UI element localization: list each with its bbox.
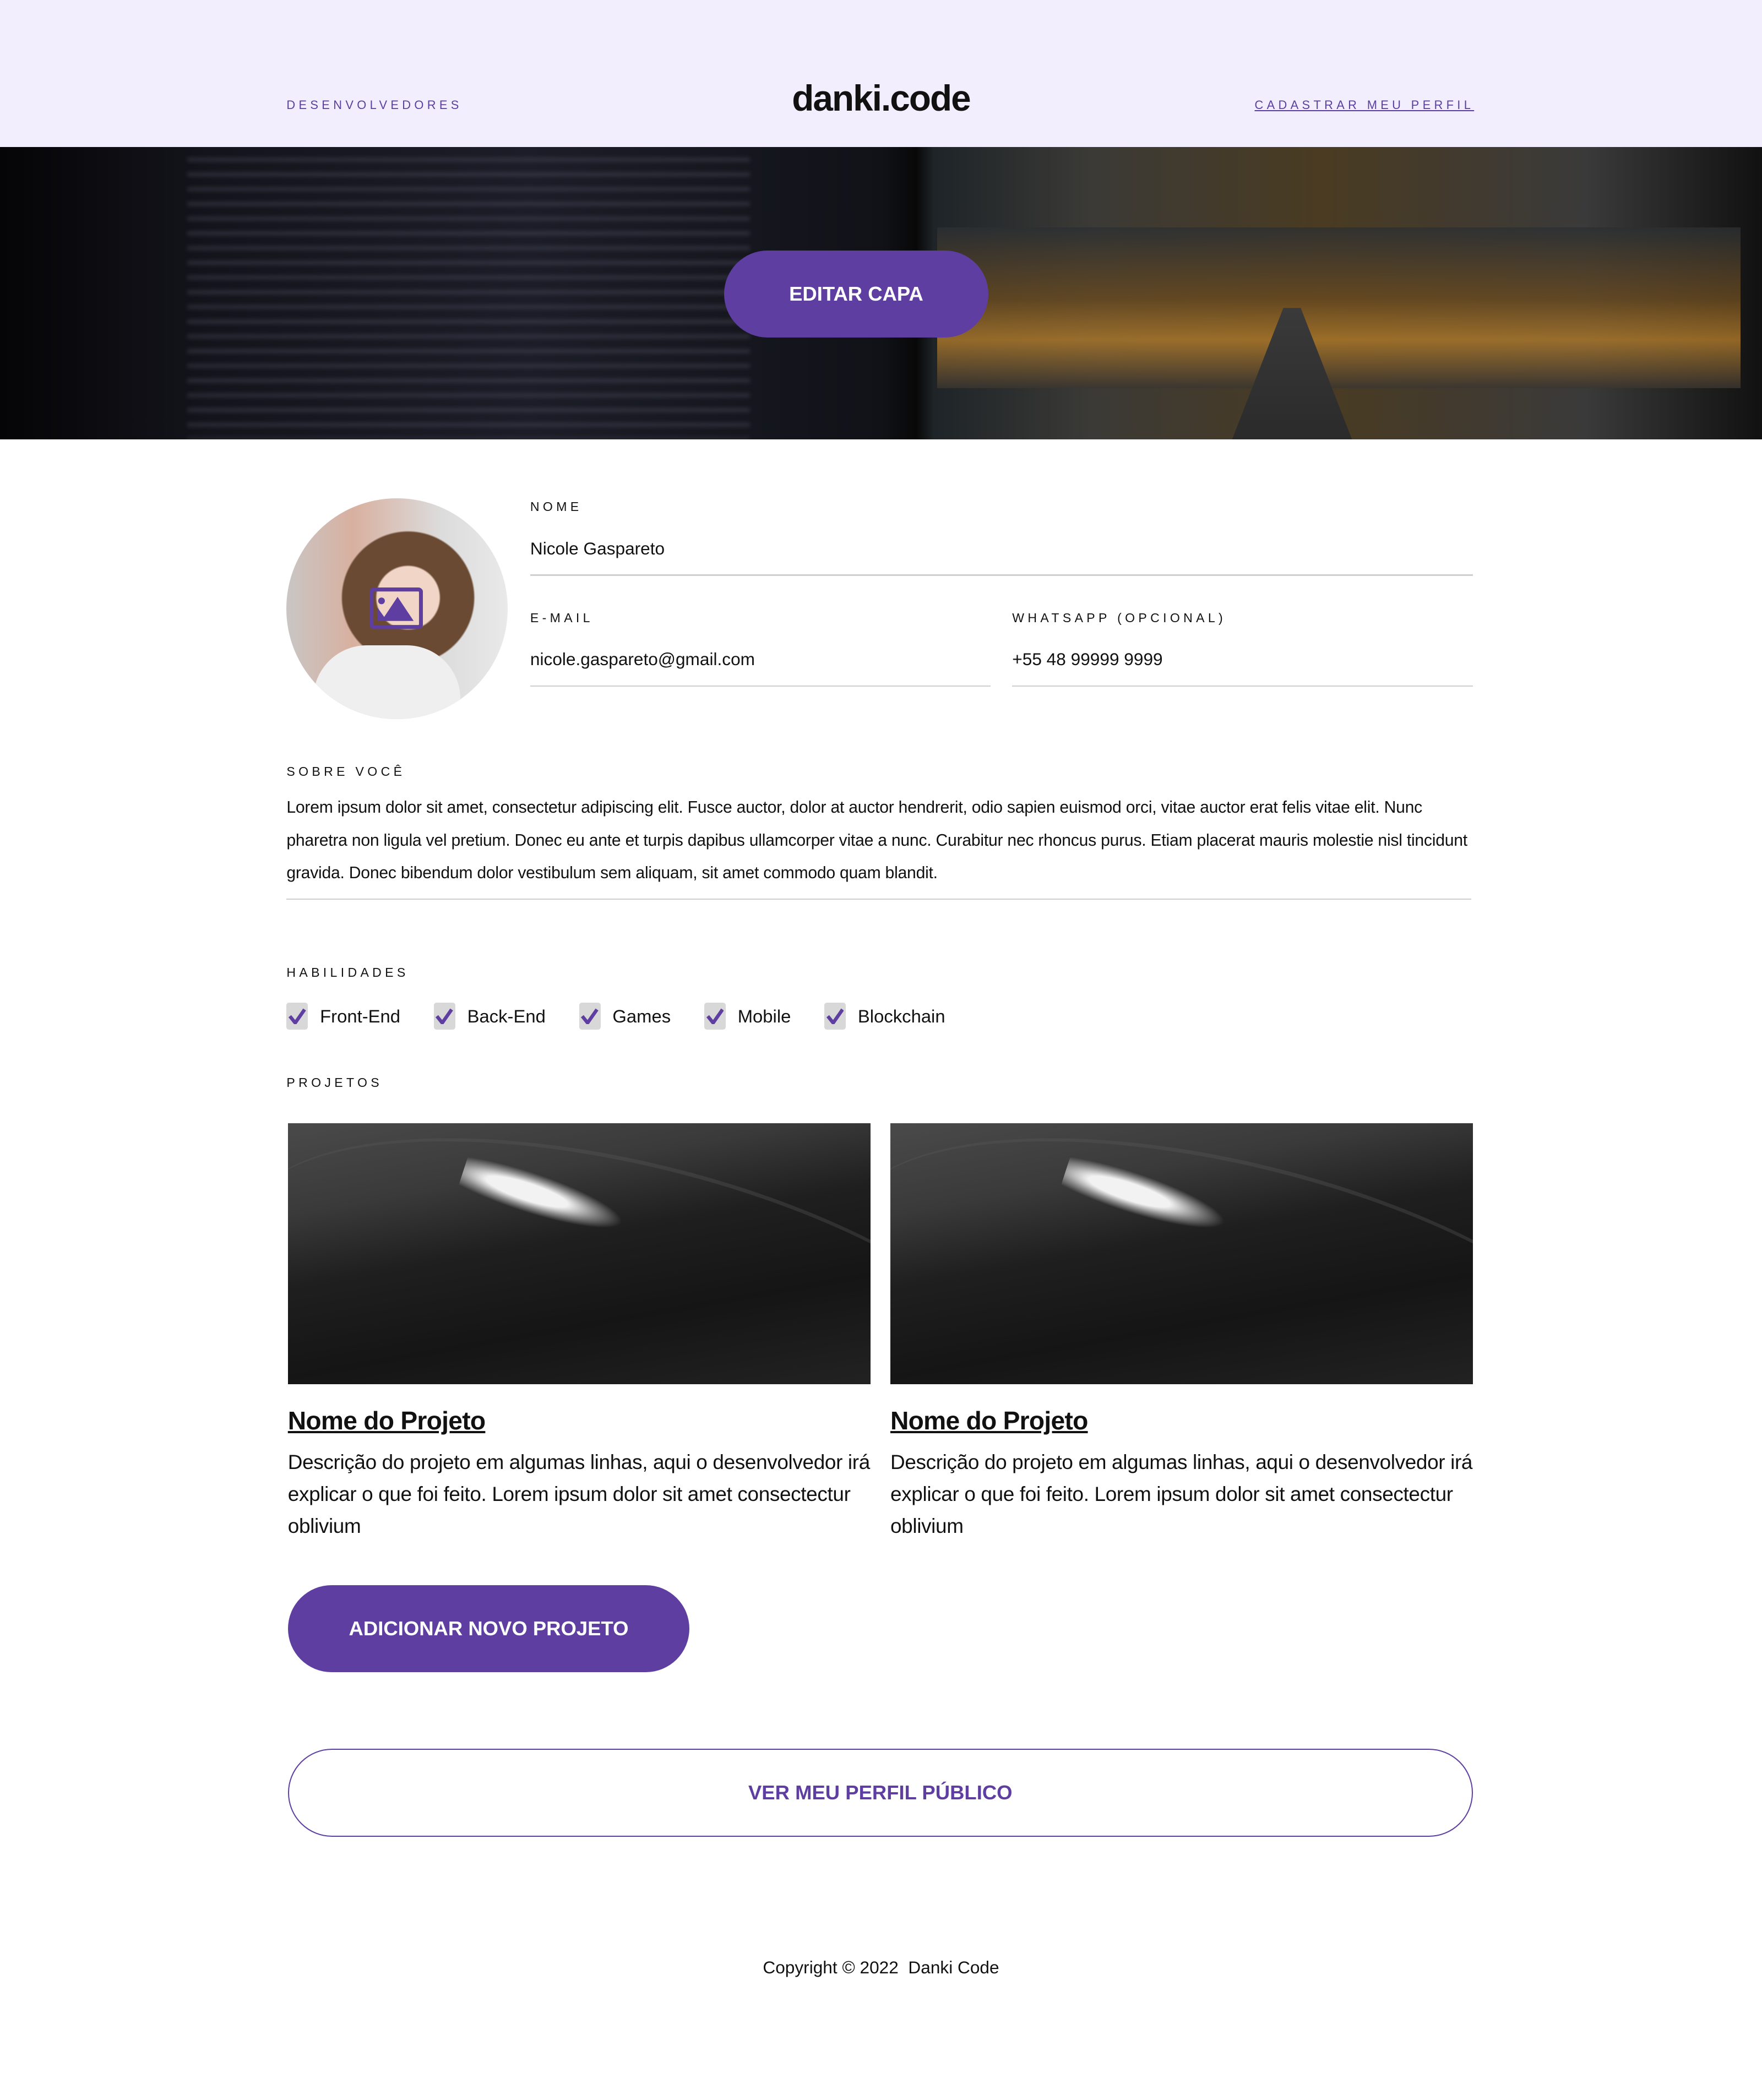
skills-list: Front-End Back-End Games Mobile Blockcha…: [286, 1003, 978, 1030]
name-label: NOME: [530, 499, 583, 514]
skill-mobile[interactable]: Mobile: [704, 1003, 791, 1030]
whatsapp-divider: [1012, 685, 1473, 687]
cover-landscape-graphic: [937, 227, 1741, 389]
project-description: Descrição do projeto em algumas linhas, …: [890, 1450, 1473, 1538]
about-textarea[interactable]: Lorem ipsum dolor sit amet, consectetur …: [286, 791, 1478, 890]
email-label: E-MAIL: [530, 610, 594, 625]
about-divider: [286, 898, 1472, 900]
email-divider: [530, 685, 991, 687]
skills-label: HABILIDADES: [286, 965, 409, 980]
skill-label: Back-End: [467, 1005, 546, 1026]
name-divider: [530, 574, 1473, 576]
project-image[interactable]: [287, 1123, 871, 1385]
avatar-shirt: [313, 645, 461, 719]
skill-label: Games: [612, 1005, 671, 1026]
nav-register-profile-link[interactable]: CADASTRAR MEU PERFIL: [1254, 98, 1474, 112]
email-input[interactable]: nicole.gaspareto@gmail.com: [530, 649, 755, 670]
skill-blockchain[interactable]: Blockchain: [824, 1003, 945, 1030]
cover-code-graphic: [187, 147, 750, 439]
checkbox-checked-icon[interactable]: [433, 1003, 455, 1030]
project-card: Nome do Projeto Descrição do projeto em …: [890, 1123, 1473, 1543]
whatsapp-input[interactable]: +55 48 99999 9999: [1012, 649, 1162, 670]
project-image[interactable]: [890, 1123, 1473, 1385]
about-label: SOBRE VOCÊ: [286, 764, 406, 779]
whatsapp-label: WHATSAPP (OPCIONAL): [1012, 610, 1227, 625]
projects-label: PROJETOS: [286, 1075, 383, 1090]
edit-cover-button[interactable]: EDITAR CAPA: [724, 250, 988, 338]
page: DESENVOLVEDORES danki.code CADASTRAR MEU…: [0, 0, 1762, 2099]
checkbox-checked-icon[interactable]: [824, 1003, 846, 1030]
logo[interactable]: danki.code: [0, 78, 1762, 119]
checkbox-checked-icon[interactable]: [286, 1003, 308, 1030]
skill-label: Front-End: [320, 1005, 401, 1026]
skill-label: Mobile: [737, 1005, 791, 1026]
image-upload-icon[interactable]: [369, 587, 423, 629]
checkbox-checked-icon[interactable]: [704, 1003, 726, 1030]
skill-back-end[interactable]: Back-End: [433, 1003, 546, 1030]
project-title-link[interactable]: Nome do Projeto: [890, 1406, 1473, 1435]
skill-label: Blockchain: [857, 1005, 945, 1026]
top-header: DESENVOLVEDORES danki.code CADASTRAR MEU…: [0, 0, 1762, 148]
project-description: Descrição do projeto em algumas linhas, …: [287, 1450, 870, 1538]
name-input[interactable]: Nicole Gaspareto: [530, 538, 665, 559]
skill-front-end[interactable]: Front-End: [286, 1003, 400, 1030]
project-card: Nome do Projeto Descrição do projeto em …: [287, 1123, 871, 1543]
add-project-button[interactable]: ADICIONAR NOVO PROJETO: [287, 1585, 690, 1673]
project-title-link[interactable]: Nome do Projeto: [288, 1406, 871, 1435]
skill-games[interactable]: Games: [579, 1003, 671, 1030]
view-public-profile-button[interactable]: VER MEU PERFIL PÚBLICO: [287, 1748, 1473, 1837]
footer-copyright: Copyright © 2022 Danki Code: [763, 1957, 999, 1977]
checkbox-checked-icon[interactable]: [579, 1003, 601, 1030]
